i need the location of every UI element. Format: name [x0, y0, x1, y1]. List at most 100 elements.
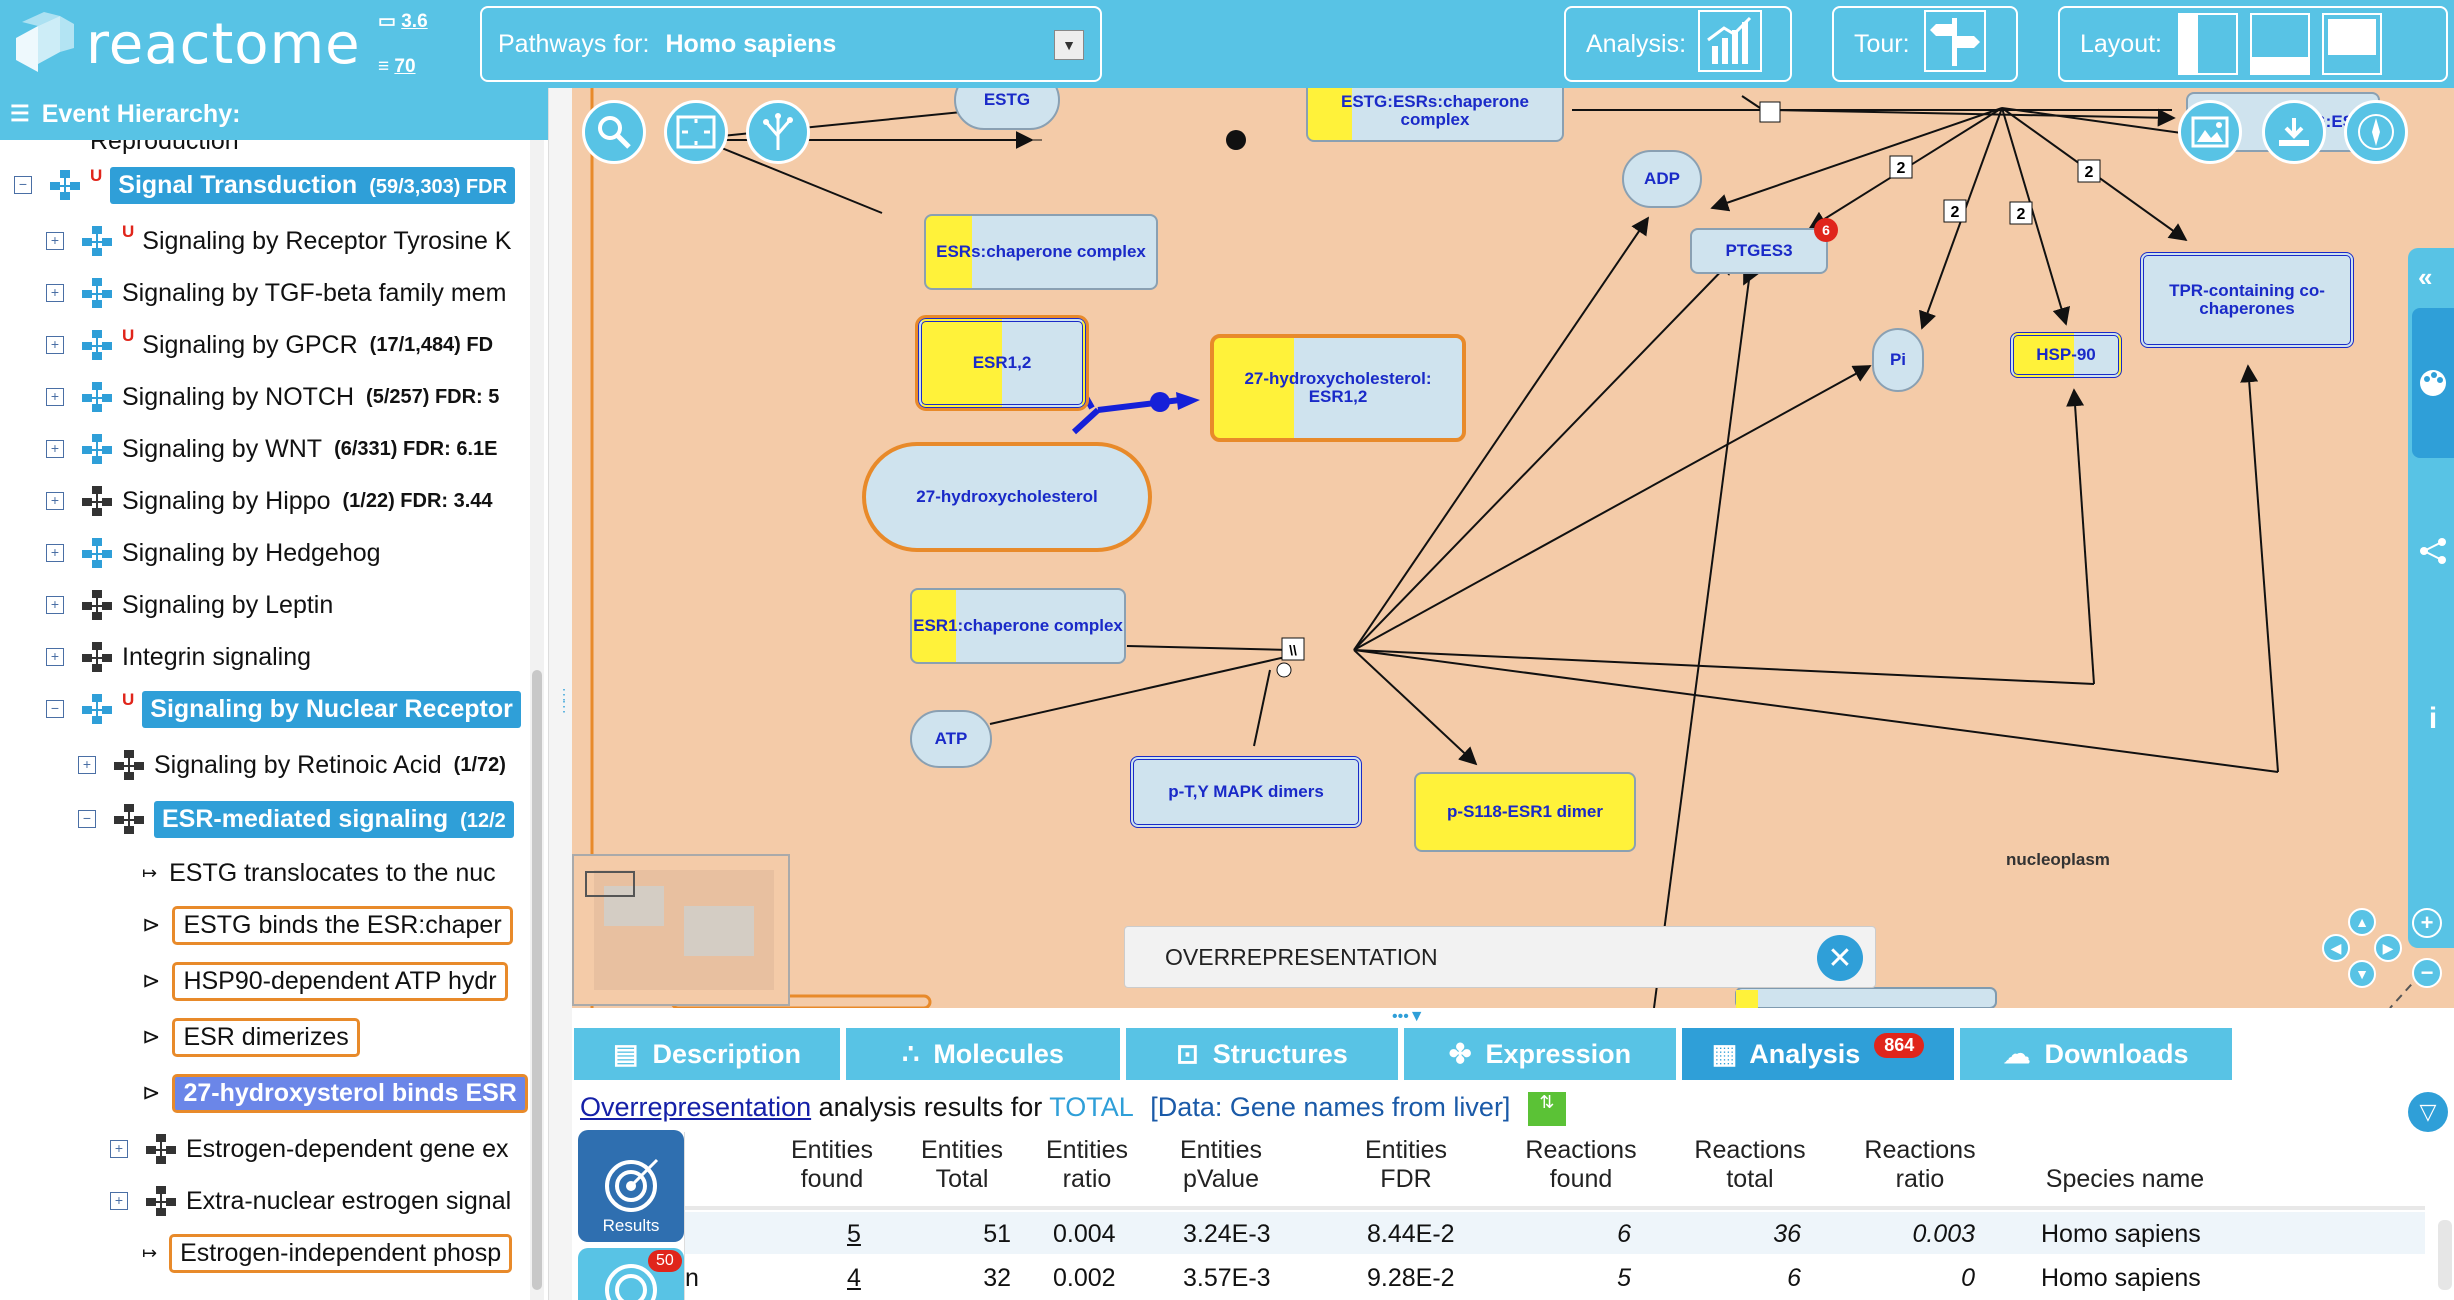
- version-link[interactable]: ▭ 3.6: [378, 10, 428, 33]
- col-header[interactable]: Entities ratio: [1037, 1136, 1137, 1194]
- tab-description[interactable]: ▤ Description: [574, 1028, 840, 1080]
- tree-item-signal-transduction[interactable]: − U Signal Transduction (59/3,303) FDR: [14, 162, 516, 208]
- reaction-item-active[interactable]: ⊳ 27-hydroxysterol binds ESR: [142, 1070, 528, 1116]
- expand-icon[interactable]: +: [46, 440, 64, 458]
- tree-item-label[interactable]: ESTG binds the ESR:chaper: [172, 905, 513, 945]
- tree-item[interactable]: + Signaling by Leptin: [46, 582, 333, 628]
- tree-item[interactable]: + U Signaling by GPCR (17/1,484) FD: [46, 322, 493, 368]
- tree-item[interactable]: + Signaling by Hippo (1/22) FDR: 3.44: [46, 478, 493, 524]
- expand-icon[interactable]: +: [46, 232, 64, 250]
- analysis-icon[interactable]: [1698, 9, 1763, 79]
- close-icon[interactable]: ✕: [1817, 935, 1863, 981]
- table-row[interactable]: n 4 32 0.002 3.57E-3 9.28E-2 5 6 0 Homo …: [685, 1256, 2425, 1298]
- tour-button[interactable]: Tour:: [1832, 6, 2018, 82]
- species-comparison-icon[interactable]: ⇅: [1527, 1092, 1566, 1126]
- collapse-left-icon[interactable]: «: [2418, 262, 2432, 293]
- reaction-item[interactable]: ⊳ ESTG binds the ESR:chaper: [142, 902, 513, 948]
- node-mapk-dimers[interactable]: p-T,Y MAPK dimers: [1130, 756, 1362, 828]
- pathway-diagram[interactable]: 2 2 2 2 \\ ESTG ESTG:ESRs:chaperone comp…: [572, 88, 2454, 1008]
- compass-icon[interactable]: [2344, 100, 2408, 164]
- reaction-item[interactable]: ↦ Estrogen-independent phosp: [142, 1230, 513, 1276]
- tree-item[interactable]: + Signaling by Retinoic Acid (1/72): [78, 742, 506, 788]
- col-header[interactable]: Entities found: [777, 1136, 887, 1194]
- cell-entities-found[interactable]: 5: [847, 1220, 861, 1249]
- tree-item-label[interactable]: Estrogen-independent phosp: [169, 1233, 513, 1273]
- col-header[interactable]: Reactions ratio: [1855, 1136, 1985, 1194]
- layout-left-panel-icon[interactable]: [2178, 13, 2239, 75]
- tree-item-cut[interactable]: Reproduction: [90, 140, 239, 164]
- tree-item-label[interactable]: 27-hydroxysterol binds ESR: [172, 1073, 528, 1113]
- expand-icon[interactable]: +: [46, 284, 64, 302]
- tree-scrollbar[interactable]: [530, 140, 544, 1300]
- tree-item-nuclear-receptor[interactable]: − U Signaling by Nuclear Receptor: [46, 686, 521, 732]
- pan-left-icon[interactable]: ◀: [2322, 934, 2350, 962]
- tree-item[interactable]: + Integrin signaling: [46, 634, 311, 680]
- pan-right-icon[interactable]: ▶: [2374, 934, 2402, 962]
- zoom-in-icon[interactable]: +: [2412, 908, 2442, 938]
- illustration-tree-icon[interactable]: [746, 100, 810, 164]
- tree-item[interactable]: + U Signaling by Receptor Tyrosine K: [46, 218, 511, 264]
- expand-icon[interactable]: +: [46, 492, 64, 510]
- palette-icon[interactable]: [2412, 308, 2454, 458]
- expand-icon[interactable]: +: [110, 1192, 128, 1210]
- tab-structures[interactable]: ⊡ Structures: [1126, 1028, 1398, 1080]
- search-icon[interactable]: [582, 100, 646, 164]
- reaction-item[interactable]: ↦ ESTG translocates to the nuc: [142, 850, 496, 896]
- tree-item[interactable]: + Extra-nuclear estrogen signal: [110, 1178, 511, 1224]
- node-ps118-esr1-dimer[interactable]: p-S118-ESR1 dimer: [1414, 772, 1636, 852]
- tree-item[interactable]: + Estrogen-dependent gene ex: [110, 1126, 508, 1172]
- info-icon[interactable]: i: [2412, 644, 2454, 794]
- release-link[interactable]: ≡ 70: [378, 56, 416, 78]
- col-header[interactable]: Entities FDR: [1351, 1136, 1461, 1194]
- share-icon[interactable]: [2412, 476, 2454, 626]
- node-esr1-chaperone-complex[interactable]: ESR1:chaperone complex: [910, 588, 1126, 664]
- chevron-down-icon[interactable]: ▼: [1054, 30, 1084, 60]
- tab-analysis[interactable]: ▦ Analysis 864: [1682, 1028, 1954, 1080]
- illustration-icon[interactable]: [2178, 100, 2242, 164]
- table-row[interactable]: 5 51 0.004 3.24E-3 8.44E-2 6 36 0.003 Ho…: [685, 1212, 2425, 1254]
- node-esrs-chaperone-complex[interactable]: ESRs:chaperone complex: [924, 214, 1158, 290]
- col-header[interactable]: Species name: [2025, 1136, 2225, 1194]
- tree-item-label[interactable]: ESR dimerizes: [172, 1017, 360, 1057]
- collapse-icon[interactable]: −: [46, 700, 64, 718]
- results-button[interactable]: Results: [578, 1130, 684, 1242]
- col-header[interactable]: Reactions found: [1511, 1136, 1651, 1194]
- table-scrollbar[interactable]: [2438, 1220, 2452, 1290]
- node-estg[interactable]: ESTG: [954, 88, 1060, 130]
- resize-handle-icon[interactable]: •••▼: [1392, 1008, 1425, 1026]
- col-header[interactable]: Entities pValue: [1161, 1136, 1281, 1194]
- tree-item-label[interactable]: Signaling by Nuclear Receptor: [142, 690, 521, 728]
- tree-item-selected[interactable]: Signal Transduction (59/3,303) FDR: [110, 166, 516, 204]
- expand-icon[interactable]: +: [110, 1140, 128, 1158]
- signpost-icon[interactable]: [1923, 9, 1986, 79]
- reaction-item[interactable]: ⊳ HSP90-dependent ATP hydr: [142, 958, 508, 1004]
- download-icon[interactable]: [2262, 100, 2326, 164]
- tree-item[interactable]: + Signaling by Hedgehog: [46, 530, 381, 576]
- species-value[interactable]: Homo sapiens: [665, 30, 836, 59]
- drag-handle-icon[interactable]: ⋮ ⋮: [557, 687, 571, 748]
- tree-item-selected[interactable]: ESR-mediated signaling (12/2: [154, 800, 514, 838]
- zoom-out-icon[interactable]: −: [2412, 958, 2442, 988]
- node-ptges3[interactable]: PTGES3: [1690, 228, 1828, 274]
- analysis-button[interactable]: Analysis:: [1564, 6, 1792, 82]
- version-number[interactable]: 3.6: [401, 11, 427, 32]
- node-estg-esrs-complex[interactable]: ESTG:ESRs:chaperone complex: [1306, 88, 1564, 142]
- cell-entities-found[interactable]: 4: [847, 1264, 861, 1293]
- tab-downloads[interactable]: ☁ Downloads: [1960, 1028, 2232, 1080]
- node-27hc-esr12[interactable]: 27-hydroxycholesterol: ESR1,2: [1210, 334, 1466, 442]
- reaction-item[interactable]: ⊳ ESR dimerizes: [142, 1014, 360, 1060]
- node-pi[interactable]: Pi: [1872, 328, 1924, 392]
- expand-icon[interactable]: +: [46, 544, 64, 562]
- release-number[interactable]: 70: [394, 56, 415, 77]
- tree-item[interactable]: + Signaling by NOTCH (5/257) FDR: 5: [46, 374, 499, 420]
- expand-icon[interactable]: +: [46, 336, 64, 354]
- node-atp[interactable]: ATP: [910, 710, 992, 768]
- col-header[interactable]: Reactions total: [1685, 1136, 1815, 1194]
- node-adp[interactable]: ADP: [1622, 150, 1702, 208]
- expand-icon[interactable]: +: [46, 596, 64, 614]
- overrepresentation-link[interactable]: Overrepresentation: [580, 1092, 811, 1122]
- layout-bottom-panel-icon[interactable]: [2250, 13, 2311, 75]
- species-selector[interactable]: Pathways for: Homo sapiens ▼: [480, 6, 1102, 82]
- filter-icon[interactable]: ▽: [2408, 1092, 2448, 1132]
- tree-item[interactable]: + Signaling by TGF-beta family mem: [46, 270, 506, 316]
